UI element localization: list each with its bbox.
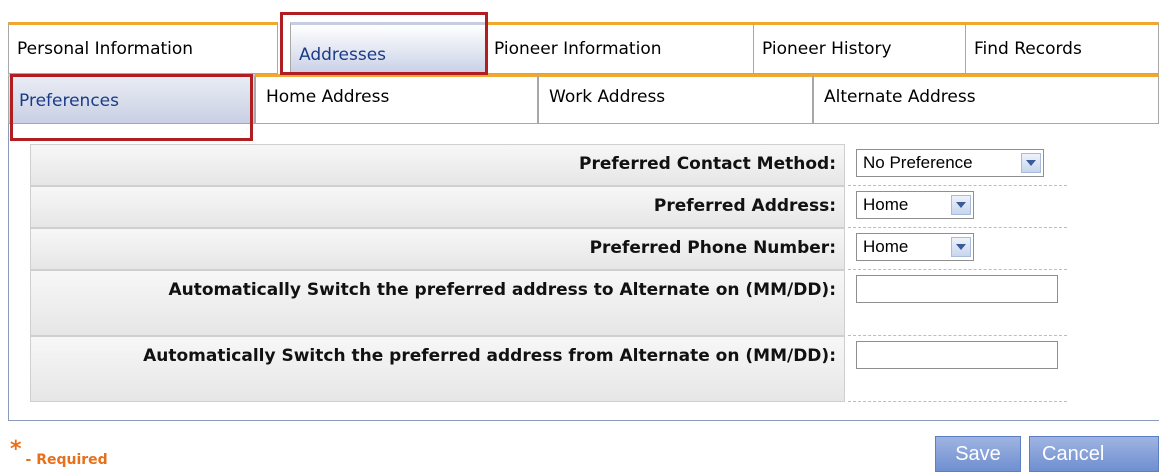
preferences-form: Preferred Contact Method: No Preference … [30,144,1067,402]
tab-pioneer-history[interactable]: Pioneer History [753,22,966,74]
main-tab-bar: Personal Information Addresses Pioneer I… [8,22,1159,74]
required-asterisk-icon: * [10,437,22,462]
switch-to-alternate-label: Automatically Switch the preferred addre… [30,270,845,336]
contact-method-cell: No Preference [848,144,1067,186]
preferred-address-label: Preferred Address: [30,186,845,228]
chevron-down-icon[interactable] [1021,153,1041,173]
preferred-phone-select[interactable]: Home [856,233,974,261]
subtab-label: Alternate Address [824,87,976,107]
chevron-down-icon[interactable] [951,195,971,215]
subtab-label: Home Address [266,87,390,107]
tab-label: Addresses [299,45,387,65]
tab-addresses[interactable]: Addresses [290,22,488,74]
switch-from-alternate-label: Automatically Switch the preferred addre… [30,336,845,402]
save-button[interactable]: Save [935,436,1021,472]
tab-pioneer-information[interactable]: Pioneer Information [485,22,754,74]
tab-label: Pioneer History [762,39,892,59]
tab-personal-information[interactable]: Personal Information [8,22,278,74]
contact-method-select[interactable]: No Preference [856,149,1044,177]
switch-to-alternate-cell [848,270,1067,336]
preferred-address-value: Home [863,195,909,214]
switch-from-alternate-row: Automatically Switch the preferred addre… [30,336,1067,402]
preferred-phone-row: Preferred Phone Number: Home [30,228,1067,270]
subtab-work-address[interactable]: Work Address [538,74,813,124]
switch-from-alternate-date-input[interactable] [856,341,1058,369]
preferred-phone-label: Preferred Phone Number: [30,228,845,270]
preferred-address-cell: Home [848,186,1067,228]
subtab-preferences[interactable]: Preferences [8,74,255,124]
cancel-button[interactable]: Cancel [1029,436,1159,472]
tab-find-records[interactable]: Find Records [965,22,1159,74]
preferred-address-select[interactable]: Home [856,191,974,219]
required-legend: * - Required [10,437,108,470]
contact-method-row: Preferred Contact Method: No Preference [30,144,1067,186]
chevron-down-icon[interactable] [951,237,971,257]
switch-from-alternate-cell [848,336,1067,402]
tab-label: Personal Information [17,39,194,59]
required-label: - Required [25,452,108,468]
contact-method-label: Preferred Contact Method: [30,144,845,186]
preferred-phone-cell: Home [848,228,1067,270]
switch-to-alternate-date-input[interactable] [856,275,1058,303]
subtab-alternate-address[interactable]: Alternate Address [813,74,1159,124]
subtab-label: Preferences [19,91,119,111]
contact-method-value: No Preference [863,153,973,172]
sub-tab-bar: Preferences Home Address Work Address Al… [8,74,1159,124]
preferred-phone-value: Home [863,237,909,256]
subtab-label: Work Address [549,87,666,107]
subtab-home-address[interactable]: Home Address [255,74,538,124]
tab-label: Pioneer Information [494,39,662,59]
preferred-address-row: Preferred Address: Home [30,186,1067,228]
tab-label: Find Records [974,39,1082,59]
switch-to-alternate-row: Automatically Switch the preferred addre… [30,270,1067,336]
